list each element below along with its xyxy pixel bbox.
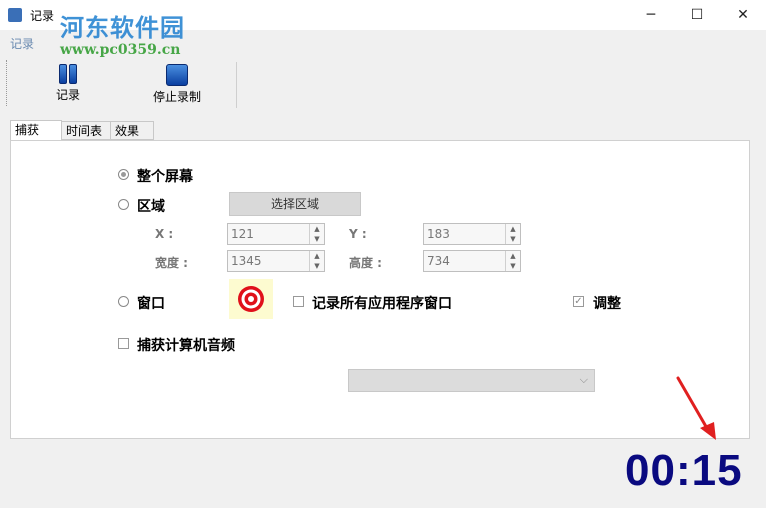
- window-title: 记录: [30, 9, 55, 23]
- region-label: 区域: [137, 199, 165, 215]
- y-label: Y :: [349, 227, 367, 241]
- tab-effects[interactable]: 效果: [110, 121, 154, 140]
- stop-recording-button[interactable]: 停止录制: [146, 60, 208, 108]
- app-icon: [8, 8, 22, 22]
- region-radio[interactable]: [118, 199, 129, 210]
- watermark-site-name: 河东软件园: [60, 13, 185, 42]
- window-picker-target[interactable]: [229, 279, 273, 319]
- x-stepper-arrows-icon[interactable]: ▲ ▼: [309, 224, 324, 244]
- elapsed-timer: 00:15: [625, 446, 743, 495]
- adjust-label: 调整: [593, 296, 621, 312]
- fullscreen-radio[interactable]: [118, 169, 129, 180]
- height-stepper[interactable]: 734 ▲ ▼: [423, 250, 521, 272]
- toolbar-separator: [236, 62, 237, 108]
- x-stepper[interactable]: 121 ▲ ▼: [227, 223, 325, 245]
- menu-item-record[interactable]: 记录: [10, 35, 34, 52]
- stop-square-icon: [166, 64, 188, 86]
- width-stepper-arrows-icon[interactable]: ▲ ▼: [309, 251, 324, 271]
- chevron-down-icon: ⌵: [579, 373, 588, 386]
- capture-panel: 整个屏幕 区域 选择区域 X : 121 ▲ ▼ Y : 183 ▲ ▼ 宽度 : …: [10, 140, 750, 439]
- record-button-label: 记录: [55, 88, 80, 102]
- y-stepper[interactable]: 183 ▲ ▼: [423, 223, 521, 245]
- adjust-checkbox[interactable]: ✓: [573, 296, 584, 307]
- y-stepper-arrows-icon[interactable]: ▲ ▼: [505, 224, 520, 244]
- pause-bars-icon: [57, 64, 79, 84]
- target-icon: [238, 286, 264, 312]
- width-stepper[interactable]: 1345 ▲ ▼: [227, 250, 325, 272]
- record-button[interactable]: 记录: [46, 60, 90, 108]
- tab-schedule[interactable]: 时间表: [61, 121, 111, 140]
- width-label: 宽度 :: [155, 256, 188, 270]
- record-all-windows-checkbox[interactable]: [293, 296, 304, 307]
- close-button[interactable]: ✕: [720, 0, 766, 30]
- toolbar: 记录 停止录制: [0, 56, 766, 112]
- red-arrow-icon: [676, 376, 716, 440]
- height-value: 734: [427, 254, 450, 268]
- stop-recording-label: 停止录制: [152, 90, 201, 104]
- tab-capture[interactable]: 捕获: [10, 120, 62, 141]
- capture-audio-label: 捕获计算机音频: [137, 338, 235, 354]
- fullscreen-label: 整个屏幕: [137, 169, 193, 185]
- x-label: X :: [155, 227, 174, 241]
- minimize-button[interactable]: ─: [628, 0, 674, 30]
- capture-audio-checkbox[interactable]: [118, 338, 129, 349]
- select-region-button[interactable]: 选择区域: [229, 192, 361, 216]
- x-value: 121: [231, 227, 254, 241]
- toolbar-grip[interactable]: [6, 60, 9, 106]
- y-value: 183: [427, 227, 450, 241]
- height-label: 高度 :: [349, 256, 382, 270]
- window-label: 窗口: [137, 296, 165, 312]
- audio-device-select[interactable]: ⌵: [348, 369, 595, 392]
- maximize-button[interactable]: ☐: [674, 0, 720, 30]
- record-all-windows-label: 记录所有应用程序窗口: [312, 296, 452, 312]
- window-radio[interactable]: [118, 296, 129, 307]
- width-value: 1345: [231, 254, 262, 268]
- height-stepper-arrows-icon[interactable]: ▲ ▼: [505, 251, 520, 271]
